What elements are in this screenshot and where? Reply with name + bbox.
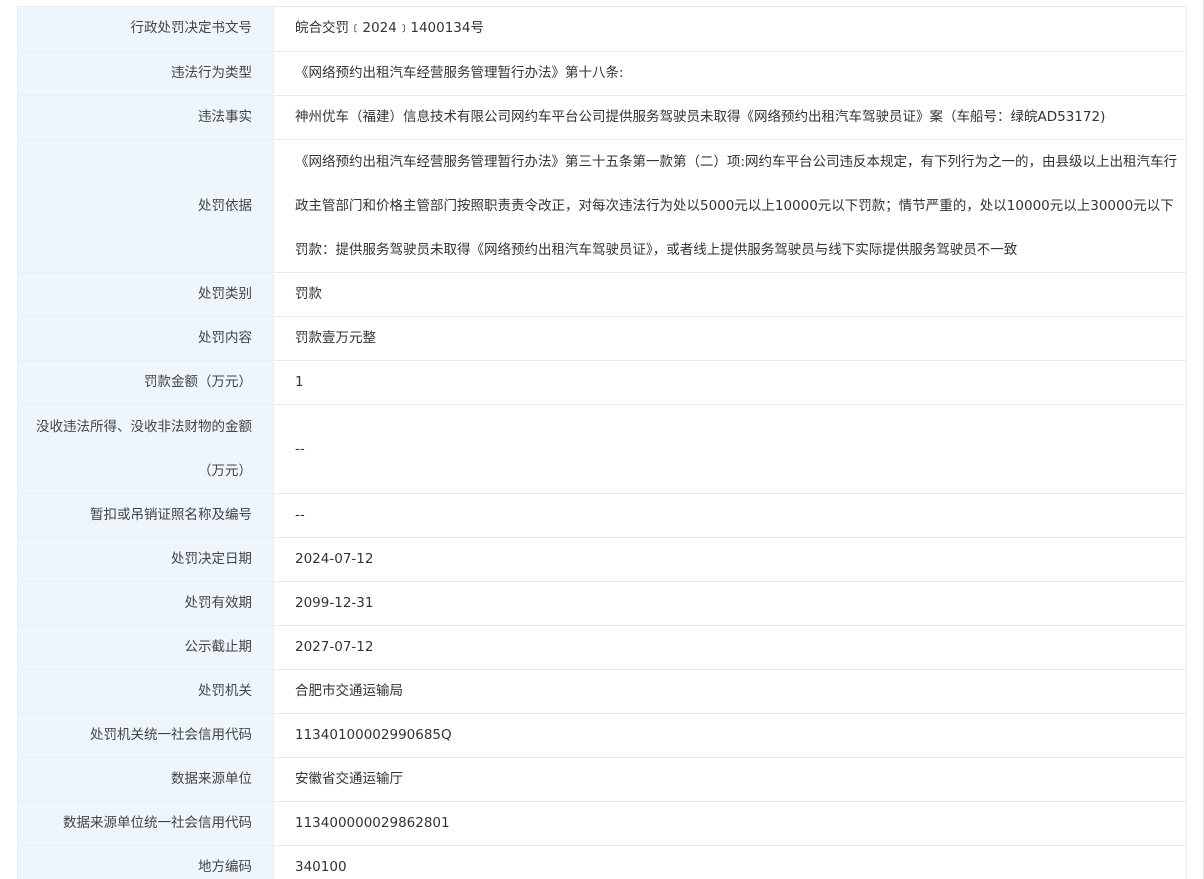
row-label-penalty-content: 处罚内容 [17,316,274,361]
row-value-authority-credit-code: 11340100002990685Q [273,713,1187,758]
row-value-license-suspension: -- [273,493,1187,538]
row-label-penalty-category: 处罚类别 [17,272,274,317]
table-row: 违法事实 神州优车（福建）信息技术有限公司网约车平台公司提供服务驾驶员未取得《网… [17,95,1187,140]
row-label-region-code: 地方编码 [17,845,274,879]
penalty-info-table: 行政处罚决定书文号 皖合交罚﹝2024﹞1400134号 违法行为类型 《网络预… [17,6,1187,879]
row-label-data-source: 数据来源单位 [17,757,274,802]
row-value-penalty-content: 罚款壹万元整 [273,316,1187,361]
row-label-confiscation-amount: 没收违法所得、没收非法财物的金额（万元） [17,404,274,494]
table-row: 公示截止期 2027-07-12 [17,625,1187,670]
row-value-penalty-category: 罚款 [273,272,1187,317]
row-label-penalty-basis: 处罚依据 [17,139,274,273]
table-row: 处罚机关 合肥市交通运输局 [17,669,1187,714]
row-value-decision-number: 皖合交罚﹝2024﹞1400134号 [273,7,1187,52]
row-value-publicity-deadline: 2027-07-12 [273,625,1187,670]
row-label-validity-date: 处罚有效期 [17,581,274,626]
table-row: 处罚有效期 2099-12-31 [17,581,1187,626]
table-row: 处罚内容 罚款壹万元整 [17,316,1187,361]
table-row: 处罚决定日期 2024-07-12 [17,537,1187,582]
table-row: 没收违法所得、没收非法财物的金额（万元） -- [17,404,1187,494]
row-value-violation-type: 《网络预约出租汽车经营服务管理暂行办法》第十八条: [273,51,1187,96]
row-label-penalty-authority: 处罚机关 [17,669,274,714]
info-table: 行政处罚决定书文号 皖合交罚﹝2024﹞1400134号 违法行为类型 《网络预… [17,7,1187,879]
table-row: 罚款金额（万元） 1 [17,360,1187,405]
row-value-source-credit-code: 113400000029862801 [273,801,1187,846]
row-label-fine-amount: 罚款金额（万元） [17,360,274,405]
row-value-region-code: 340100 [273,845,1187,879]
row-label-decision-number: 行政处罚决定书文号 [17,7,274,52]
table-row: 处罚类别 罚款 [17,272,1187,317]
row-value-penalty-authority: 合肥市交通运输局 [273,669,1187,714]
row-value-fine-amount: 1 [273,360,1187,405]
table-row: 处罚机关统一社会信用代码 11340100002990685Q [17,713,1187,758]
row-value-validity-date: 2099-12-31 [273,581,1187,626]
table-row: 数据来源单位统一社会信用代码 113400000029862801 [17,801,1187,846]
table-row: 暂扣或吊销证照名称及编号 -- [17,493,1187,538]
table-row: 处罚依据 《网络预约出租汽车经营服务管理暂行办法》第三十五条第一款第（二）项:网… [17,139,1187,273]
row-label-source-credit-code: 数据来源单位统一社会信用代码 [17,801,274,846]
table-row: 地方编码 340100 [17,845,1187,879]
table-row: 违法行为类型 《网络预约出租汽车经营服务管理暂行办法》第十八条: [17,51,1187,96]
row-value-data-source: 安徽省交通运输厅 [273,757,1187,802]
row-label-violation-type: 违法行为类型 [17,51,274,96]
row-value-penalty-basis: 《网络预约出租汽车经营服务管理暂行办法》第三十五条第一款第（二）项:网约车平台公… [273,139,1187,273]
page: 行政处罚决定书文号 皖合交罚﹝2024﹞1400134号 违法行为类型 《网络预… [0,0,1204,879]
row-value-confiscation-amount: -- [273,404,1187,494]
row-label-authority-credit-code: 处罚机关统一社会信用代码 [17,713,274,758]
row-label-publicity-deadline: 公示截止期 [17,625,274,670]
row-label-license-suspension: 暂扣或吊销证照名称及编号 [17,493,274,538]
table-row: 数据来源单位 安徽省交通运输厅 [17,757,1187,802]
row-value-violation-facts: 神州优车（福建）信息技术有限公司网约车平台公司提供服务驾驶员未取得《网络预约出租… [273,95,1187,140]
row-value-decision-date: 2024-07-12 [273,537,1187,582]
row-label-violation-facts: 违法事实 [17,95,274,140]
table-row: 行政处罚决定书文号 皖合交罚﹝2024﹞1400134号 [17,7,1187,52]
row-label-decision-date: 处罚决定日期 [17,537,274,582]
